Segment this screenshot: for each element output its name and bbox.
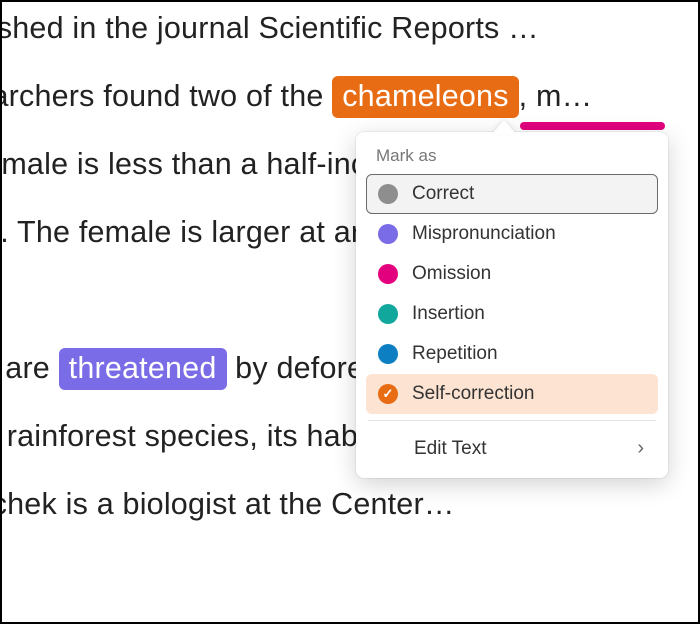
highlighted-word-mispronunciation[interactable]: threatened	[59, 348, 227, 390]
check-icon: ✓	[378, 384, 398, 404]
text-line: … researchers found two of the	[0, 79, 332, 113]
mark-omission-option[interactable]: Omission	[366, 254, 658, 294]
divider	[368, 420, 656, 421]
edit-text-label: Edit Text	[414, 438, 487, 460]
dot-icon	[378, 224, 398, 244]
text-line: … published in the journal Scientific Re…	[0, 11, 539, 45]
mark-as-popup: Mark as Correct Mispronunciation Omissio…	[356, 132, 668, 478]
mark-selfcorrection-option[interactable]: ✓ Self-correction	[366, 374, 658, 414]
dot-icon	[378, 264, 398, 284]
text-line: Hawlitschek is a biologist at the Center…	[0, 487, 455, 521]
option-label: Mispronunciation	[412, 223, 556, 245]
popup-arrow-icon	[492, 120, 516, 134]
dot-icon	[378, 304, 398, 324]
chevron-right-icon: ›	[637, 437, 644, 460]
option-label: Repetition	[412, 343, 498, 365]
dot-icon	[378, 184, 398, 204]
highlighted-word-selfcorrection[interactable]: chameleons	[332, 76, 518, 118]
edit-text-button[interactable]: Edit Text ›	[366, 427, 658, 470]
dot-icon	[378, 344, 398, 364]
highlight-omission-peek	[520, 122, 665, 130]
popup-title: Mark as	[366, 146, 658, 174]
option-label: Self-correction	[412, 383, 535, 405]
mark-repetition-option[interactable]: Repetition	[366, 334, 658, 374]
mark-insertion-option[interactable]: Insertion	[366, 294, 658, 334]
text-line: …leons are	[0, 351, 59, 385]
mark-correct-option[interactable]: Correct	[366, 174, 658, 214]
option-label: Correct	[412, 183, 474, 205]
text-line: , m…	[519, 79, 593, 113]
option-label: Omission	[412, 263, 491, 285]
mark-mispronunciation-option[interactable]: Mispronunciation	[366, 214, 658, 254]
option-label: Insertion	[412, 303, 485, 325]
